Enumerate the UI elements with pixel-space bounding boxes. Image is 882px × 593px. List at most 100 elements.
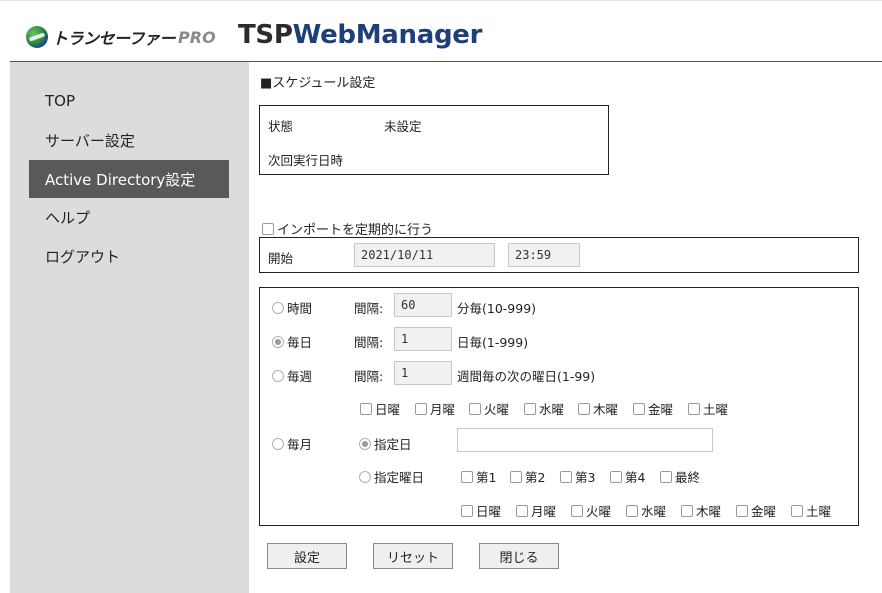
close-button[interactable]: 閉じる (479, 543, 559, 569)
status-label: 状態 (268, 119, 294, 134)
radio-circle[interactable] (359, 438, 371, 450)
checkbox-box[interactable] (571, 505, 583, 517)
sidebar-item-server-settings[interactable]: サーバー設定 (29, 121, 229, 159)
hourly-interval-input[interactable]: 60 (394, 293, 452, 317)
checkbox-box[interactable] (415, 403, 427, 415)
radio-hourly-label: 時間 (287, 301, 313, 316)
checkbox-box[interactable] (578, 403, 590, 415)
monthly-day-sun[interactable]: 日曜 (461, 501, 501, 520)
checkbox-box[interactable] (360, 403, 372, 415)
radio-weekly[interactable]: 毎週 (272, 366, 312, 385)
radio-daily[interactable]: 毎日 (272, 332, 312, 351)
weekly-day-tue[interactable]: 火曜 (469, 399, 509, 418)
monthly-day-label: 木曜 (696, 504, 722, 519)
app-title-tsp: TSP (238, 20, 293, 50)
checkbox-box[interactable] (461, 471, 473, 483)
checkbox-box[interactable] (461, 505, 473, 517)
set-button[interactable]: 設定 (267, 543, 347, 569)
weekly-interval-input[interactable]: 1 (394, 361, 452, 385)
sidebar: TOP サーバー設定 Active Directory設定 ヘルプ ログアウト (10, 62, 249, 593)
checkbox-box[interactable] (736, 505, 748, 517)
checkbox-box[interactable] (660, 471, 672, 483)
radio-specified-day[interactable]: 指定日 (359, 434, 412, 453)
monthly-day-label: 月曜 (531, 504, 557, 519)
checkbox-box[interactable] (560, 471, 572, 483)
monthly-day-wed[interactable]: 水曜 (626, 501, 666, 520)
monthly-day-mon[interactable]: 月曜 (516, 501, 556, 520)
week-1[interactable]: 第1 (461, 467, 496, 486)
week-label: 最終 (675, 470, 701, 485)
checkbox-box[interactable] (626, 505, 638, 517)
sidebar-item-label: Active Directory設定 (45, 170, 196, 189)
checkbox-box[interactable] (681, 505, 693, 517)
specified-day-input[interactable] (457, 428, 713, 452)
reset-button[interactable]: リセット (373, 543, 453, 569)
week-last[interactable]: 最終 (660, 467, 700, 486)
weekly-day-mon[interactable]: 月曜 (415, 399, 455, 418)
section-title: ■スケジュール設定 (260, 76, 376, 91)
monthly-day-label: 日曜 (476, 504, 502, 519)
weekly-day-wed[interactable]: 水曜 (524, 399, 564, 418)
daily-interval-label: 間隔: (354, 335, 384, 350)
weekly-day-sat[interactable]: 土曜 (688, 399, 728, 418)
radio-specified-weekday[interactable]: 指定曜日 (359, 467, 424, 486)
sidebar-item-top[interactable]: TOP (29, 82, 229, 120)
status-value: 未設定 (384, 119, 422, 134)
monthly-day-sat[interactable]: 土曜 (791, 501, 831, 520)
specified-weekday-label: 指定曜日 (374, 470, 425, 485)
start-time-input[interactable]: 23:59 (508, 243, 580, 267)
week-4[interactable]: 第4 (610, 467, 645, 486)
sidebar-item-logout[interactable]: ログアウト (29, 237, 229, 275)
weekly-day-label: 土曜 (703, 402, 729, 417)
hourly-interval-label: 間隔: (354, 301, 384, 316)
radio-circle[interactable] (272, 370, 284, 382)
sidebar-item-label: ヘルプ (45, 208, 91, 227)
next-run-label: 次回実行日時 (268, 153, 344, 168)
radio-circle[interactable] (272, 336, 284, 348)
radio-circle[interactable] (359, 471, 371, 483)
app-title: TSPWebManager (238, 20, 482, 50)
sidebar-item-active-directory[interactable]: Active Directory設定 (29, 160, 229, 198)
sidebar-item-label: サーバー設定 (45, 131, 135, 150)
checkbox-box[interactable] (524, 403, 536, 415)
radio-circle[interactable] (272, 438, 284, 450)
radio-monthly-label: 毎月 (287, 437, 313, 452)
checkbox-box[interactable] (688, 403, 700, 415)
monthly-day-label: 土曜 (806, 504, 832, 519)
weekly-day-label: 金曜 (648, 402, 674, 417)
weekly-interval-label: 間隔: (354, 369, 384, 384)
monthly-day-label: 金曜 (751, 504, 777, 519)
monthly-day-fri[interactable]: 金曜 (736, 501, 776, 520)
status-box: 状態 未設定 次回実行日時 (259, 105, 609, 175)
checkbox-box[interactable] (262, 223, 274, 235)
checkbox-box[interactable] (516, 505, 528, 517)
week-2[interactable]: 第2 (510, 467, 545, 486)
sidebar-item-label: TOP (45, 92, 76, 110)
globe-logo-icon (26, 26, 48, 48)
week-3[interactable]: 第3 (560, 467, 595, 486)
daily-interval-input[interactable]: 1 (394, 327, 452, 351)
weekly-day-thu[interactable]: 木曜 (578, 399, 618, 418)
checkbox-box[interactable] (610, 471, 622, 483)
radio-hourly[interactable]: 時間 (272, 298, 312, 317)
periodic-import-label: インポートを定期的に行う (277, 223, 434, 238)
radio-circle[interactable] (272, 302, 284, 314)
weekly-day-label: 月曜 (430, 402, 456, 417)
checkbox-box[interactable] (633, 403, 645, 415)
start-label: 開始 (268, 251, 294, 266)
periodic-import-checkbox[interactable]: インポートを定期的に行う (262, 219, 433, 238)
monthly-day-tue[interactable]: 火曜 (571, 501, 611, 520)
monthly-day-thu[interactable]: 木曜 (681, 501, 721, 520)
checkbox-box[interactable] (791, 505, 803, 517)
start-date-input[interactable]: 2021/10/11 (354, 243, 495, 267)
weekly-day-label: 火曜 (484, 402, 510, 417)
weekly-day-label: 水曜 (539, 402, 565, 417)
interval-box: 時間 間隔: 60 分毎(10-999) 毎日 間隔: 1 日毎(1-999) … (259, 287, 859, 526)
checkbox-box[interactable] (510, 471, 522, 483)
radio-monthly[interactable]: 毎月 (272, 434, 312, 453)
sidebar-item-help[interactable]: ヘルプ (29, 198, 229, 236)
weekly-day-fri[interactable]: 金曜 (633, 399, 673, 418)
checkbox-box[interactable] (469, 403, 481, 415)
weekly-day-sun[interactable]: 日曜 (360, 399, 400, 418)
week-label: 第1 (476, 470, 497, 485)
